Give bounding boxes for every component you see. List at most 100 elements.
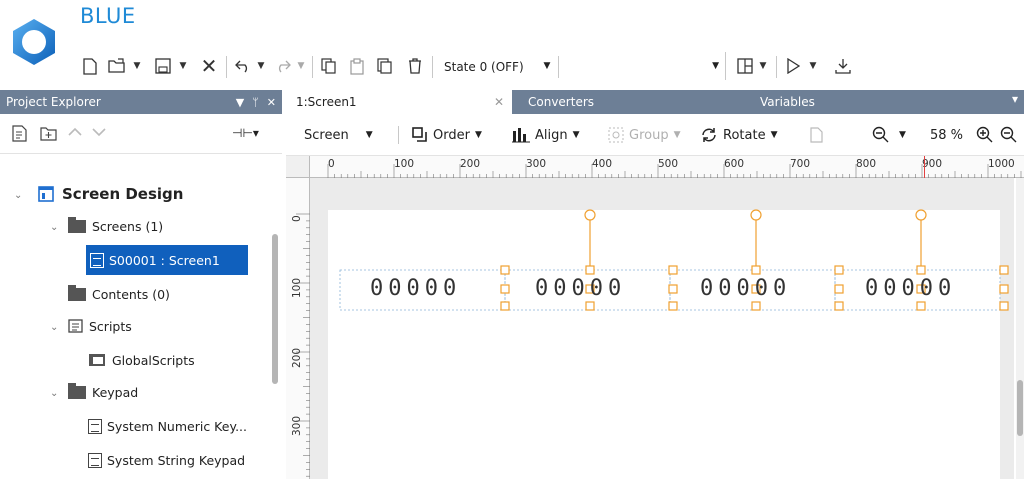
layout-icon[interactable]: [734, 52, 756, 80]
chevron-down-icon[interactable]: ⌄: [50, 222, 58, 233]
global-scripts-icon: [89, 354, 105, 366]
tree-node-label: Scripts: [89, 318, 132, 334]
zoom-in-button[interactable]: [976, 114, 994, 156]
zoom-out-button[interactable]: ▼: [872, 114, 906, 156]
copy-icon[interactable]: [318, 52, 340, 80]
keypad-document-icon: [88, 452, 102, 468]
ruler-label: 1000: [988, 158, 1015, 170]
chevron-down-icon[interactable]: ⌄: [14, 190, 22, 201]
tree-node-label: S00001 : Screen1: [109, 252, 220, 268]
delete-icon[interactable]: ✕: [196, 52, 222, 80]
ruler-label: 0: [328, 158, 335, 170]
pin-options-icon[interactable]: ⊣⊢▾: [232, 126, 259, 140]
numeric-display-value[interactable]: 00000: [535, 276, 626, 301]
zoom-in-icon: [976, 126, 993, 143]
layout-dropdown-chevron-icon[interactable]: ▼: [756, 52, 770, 80]
chevron-down-icon[interactable]: ⌄: [50, 388, 58, 399]
align-button[interactable]: Align ▼: [512, 114, 580, 156]
tree-node-global-scripts[interactable]: GlobalScripts: [88, 345, 195, 375]
order-button[interactable]: Order ▼: [412, 114, 482, 156]
chevron-down-icon: ▼: [474, 130, 482, 140]
rotate-icon: [702, 128, 716, 142]
close-icon[interactable]: ✕: [267, 96, 276, 109]
save-dropdown-chevron-icon[interactable]: ▼: [176, 52, 190, 80]
tree-node-contents[interactable]: Contents (0): [68, 279, 170, 309]
screen-canvas[interactable]: [328, 210, 1000, 479]
state-select[interactable]: State 0 (OFF): [436, 54, 556, 80]
undo-icon[interactable]: [232, 52, 254, 80]
horizontal-ruler: 0 100 200 300 400 500 600 700 800 900 10…: [310, 156, 1024, 178]
save-icon[interactable]: [152, 52, 174, 80]
ruler-cursor-marker: [924, 156, 925, 178]
folder-icon: [68, 382, 86, 399]
numeric-display-value[interactable]: 00000: [700, 276, 791, 301]
title-bar: BLUE ▼ ▼ ✕ ▼ ▼ State 0 (OFF) ▼ ▼ ▼ ▼: [0, 0, 1024, 90]
screen-dropdown[interactable]: Screen ▼: [304, 114, 373, 156]
paste-icon[interactable]: [346, 52, 368, 80]
trash-icon[interactable]: [404, 52, 426, 80]
tab-label: 1:Screen1: [296, 95, 357, 109]
tab-label: Converters: [528, 95, 595, 109]
ruler-label: 200: [460, 158, 481, 170]
ruler-label: 300: [291, 415, 303, 436]
tab-converters[interactable]: Converters: [518, 90, 738, 114]
tree-node-label: Contents (0): [92, 286, 170, 302]
group-label: Group: [629, 127, 669, 143]
tree-node-label: Keypad: [92, 384, 139, 400]
state-select-chevron-icon[interactable]: ▼: [540, 52, 554, 80]
redo-icon[interactable]: [272, 52, 294, 80]
download-icon[interactable]: [832, 52, 854, 80]
zoom-level[interactable]: 58 %: [930, 114, 963, 156]
tab-screen1[interactable]: 1:Screen1 ✕: [286, 90, 512, 114]
duplicate-icon[interactable]: [374, 52, 396, 80]
tab-close-icon[interactable]: ✕: [494, 95, 504, 109]
tab-variables[interactable]: Variables: [750, 90, 970, 114]
screen-dropdown-label: Screen: [304, 127, 349, 143]
ruler-label: 100: [394, 158, 415, 170]
tree-node-screen1[interactable]: S00001 : Screen1: [86, 245, 248, 275]
move-up-icon[interactable]: [68, 126, 82, 141]
add-item-icon[interactable]: [12, 125, 28, 145]
redo-dropdown-chevron-icon[interactable]: ▼: [294, 52, 308, 80]
rotate-button[interactable]: Rotate ▼: [700, 114, 777, 156]
add-folder-icon[interactable]: [40, 126, 57, 144]
group-button[interactable]: Group ▼: [608, 114, 681, 156]
canvas-scrollbar-thumb[interactable]: [1017, 380, 1023, 436]
vertical-ruler: 0 100 200 300: [286, 178, 310, 479]
tab-label: Variables: [760, 95, 815, 109]
move-down-icon[interactable]: [92, 126, 106, 141]
pin-icon[interactable]: ᛘ: [252, 96, 259, 109]
zoom-fit-button[interactable]: [1000, 114, 1018, 156]
tree-node-scripts[interactable]: Scripts: [68, 311, 132, 341]
run-icon[interactable]: [782, 52, 804, 80]
numeric-display-value[interactable]: 00000: [865, 276, 956, 301]
tree-node-numeric-keypad[interactable]: System Numeric Key...: [88, 411, 247, 441]
ruler-label: 500: [658, 158, 679, 170]
undo-dropdown-chevron-icon[interactable]: ▼: [254, 52, 268, 80]
chevron-down-icon[interactable]: ⌄: [50, 322, 58, 333]
chevron-down-icon: ▼: [572, 130, 580, 140]
folder-icon: [68, 284, 86, 301]
tree-node-string-keypad[interactable]: System String Keypad: [88, 445, 245, 475]
tab-menu-icon[interactable]: ▾: [1012, 92, 1018, 106]
explorer-menu-chevron-icon[interactable]: ▼: [236, 96, 244, 109]
tree-node-keypad[interactable]: Keypad: [68, 377, 138, 407]
order-label: Order: [433, 127, 470, 143]
align-label: Align: [535, 127, 568, 143]
align-icon: [512, 128, 530, 143]
language-select[interactable]: ▼: [562, 52, 726, 80]
numeric-display-value[interactable]: 00000: [370, 276, 461, 301]
run-dropdown-chevron-icon[interactable]: ▼: [806, 52, 820, 80]
document-tab-bar: 1:Screen1 ✕ Converters Variables ▾: [286, 90, 1024, 114]
tree-node-screens[interactable]: Screens (1): [68, 211, 163, 241]
properties-icon[interactable]: [810, 114, 823, 156]
open-dropdown-chevron-icon[interactable]: ▼: [130, 52, 144, 80]
tree-node-label: Screens (1): [92, 218, 164, 234]
order-icon: [412, 127, 427, 142]
chevron-down-icon: ▼: [365, 130, 373, 140]
new-file-icon[interactable]: [80, 52, 100, 80]
explorer-header: Project Explorer ▼ ᛘ ✕: [0, 90, 282, 114]
open-folder-icon[interactable]: [106, 52, 128, 80]
explorer-scrollbar[interactable]: [272, 234, 278, 384]
tree-node-screen-design[interactable]: Screen Design: [38, 179, 183, 209]
